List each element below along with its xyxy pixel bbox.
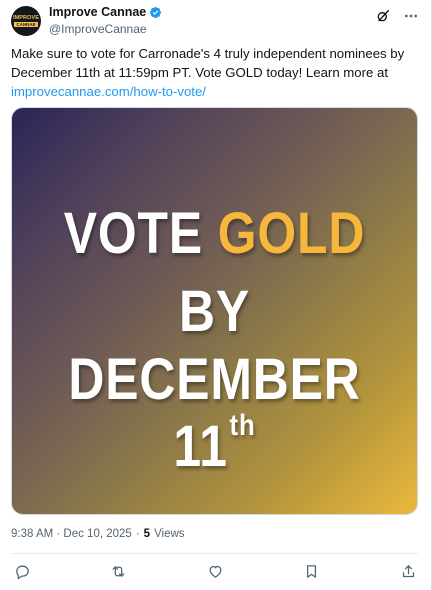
author-name-row[interactable]: Improve Cannae xyxy=(49,5,162,19)
media-vote-text: VOTE xyxy=(63,201,218,266)
tweet-link[interactable]: improvecannae.com/how-to-vote/ xyxy=(11,84,206,99)
views-label: Views xyxy=(154,528,185,540)
media-line-by: BY xyxy=(178,279,251,344)
handle[interactable]: @ImproveCannae xyxy=(49,22,147,36)
media-gold-text: GOLD xyxy=(217,201,366,266)
tweet-media-image[interactable]: VOTE GOLD BY DECEMBER 11th xyxy=(11,107,418,515)
avatar-text-top: IMPROVE xyxy=(12,14,40,21)
bookmark-icon[interactable] xyxy=(303,562,321,580)
media-date-text: DECEMBER 11 xyxy=(68,347,361,479)
like-icon[interactable] xyxy=(206,562,224,580)
views-count: 5 xyxy=(143,528,151,540)
grok-icon[interactable] xyxy=(375,8,391,24)
tweet-card: IMPROVE CANNAE Improve Cannae @ImproveCa… xyxy=(0,0,432,590)
tweet-text: Make sure to vote for Carronade's 4 trul… xyxy=(11,44,421,101)
divider xyxy=(11,553,418,554)
reply-icon[interactable] xyxy=(13,562,31,580)
meta-separator: · xyxy=(135,528,140,540)
tweet-top-actions xyxy=(375,8,419,24)
media-line-vote: VOTE GOLD xyxy=(40,200,388,267)
avatar[interactable]: IMPROVE CANNAE xyxy=(11,6,41,36)
tweet-body: Make sure to vote for Carronade's 4 trul… xyxy=(11,46,405,80)
display-name[interactable]: Improve Cannae xyxy=(49,5,146,19)
more-icon[interactable] xyxy=(403,8,419,24)
avatar-text-bottom: CANNAE xyxy=(14,21,38,28)
media-date-suffix: th xyxy=(229,409,256,442)
share-icon[interactable] xyxy=(399,562,417,580)
tweet-action-bar xyxy=(13,562,417,580)
tweet-meta: 9:38 AM · Dec 10, 2025 · 5 Views xyxy=(11,528,185,540)
timestamp[interactable]: 9:38 AM · Dec 10, 2025 xyxy=(11,528,132,540)
verified-badge-icon[interactable] xyxy=(149,6,162,19)
repost-icon[interactable] xyxy=(110,562,128,580)
media-line-date: DECEMBER 11th xyxy=(40,346,388,480)
